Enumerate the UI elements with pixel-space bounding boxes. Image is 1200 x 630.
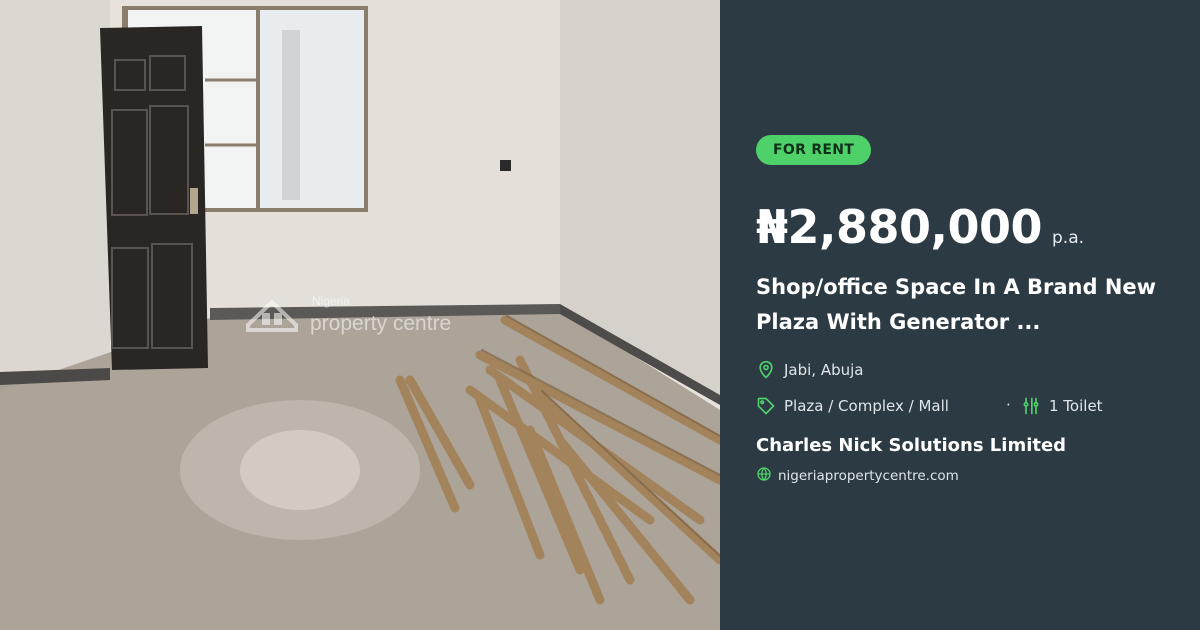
- listing-title-line1: Shop/office Space In A Brand New: [756, 275, 1157, 299]
- globe-icon: [756, 466, 772, 486]
- tag-icon: [756, 396, 776, 416]
- website-row[interactable]: nigeriapropertycentre.com: [756, 466, 959, 486]
- listing-title[interactable]: Shop/office Space In A Brand New Plaza W…: [756, 270, 1176, 340]
- listing-info-panel: FOR RENT ₦2,880,000 p.a. Shop/office Spa…: [720, 0, 1200, 630]
- separator-dot: ·: [1006, 396, 1011, 414]
- property-type-row: Plaza / Complex / Mall: [756, 396, 949, 416]
- agent-name[interactable]: Charles Nick Solutions Limited: [756, 435, 1066, 456]
- toilets-row: 1 Toilet: [1021, 396, 1103, 416]
- toilets-text: 1 Toilet: [1049, 397, 1103, 415]
- price-row: ₦2,880,000 p.a.: [756, 200, 1084, 254]
- location-row: Jabi, Abuja: [756, 360, 864, 380]
- location-pin-icon: [756, 360, 776, 380]
- for-rent-badge: FOR RENT: [756, 135, 872, 165]
- watermark-top-text: Nigeria: [312, 294, 350, 308]
- price: ₦2,880,000: [756, 200, 1043, 254]
- toilet-icon: [1021, 396, 1041, 416]
- watermark-main-text: property centre: [310, 312, 451, 335]
- website-text: nigeriapropertycentre.com: [778, 468, 959, 484]
- listing-title-line2: Plaza With Generator ...: [756, 310, 1041, 334]
- property-photo: Nigeria property centre: [0, 0, 720, 630]
- price-period: p.a.: [1052, 228, 1085, 248]
- location-text: Jabi, Abuja: [784, 361, 864, 379]
- property-type-text: Plaza / Complex / Mall: [784, 397, 949, 415]
